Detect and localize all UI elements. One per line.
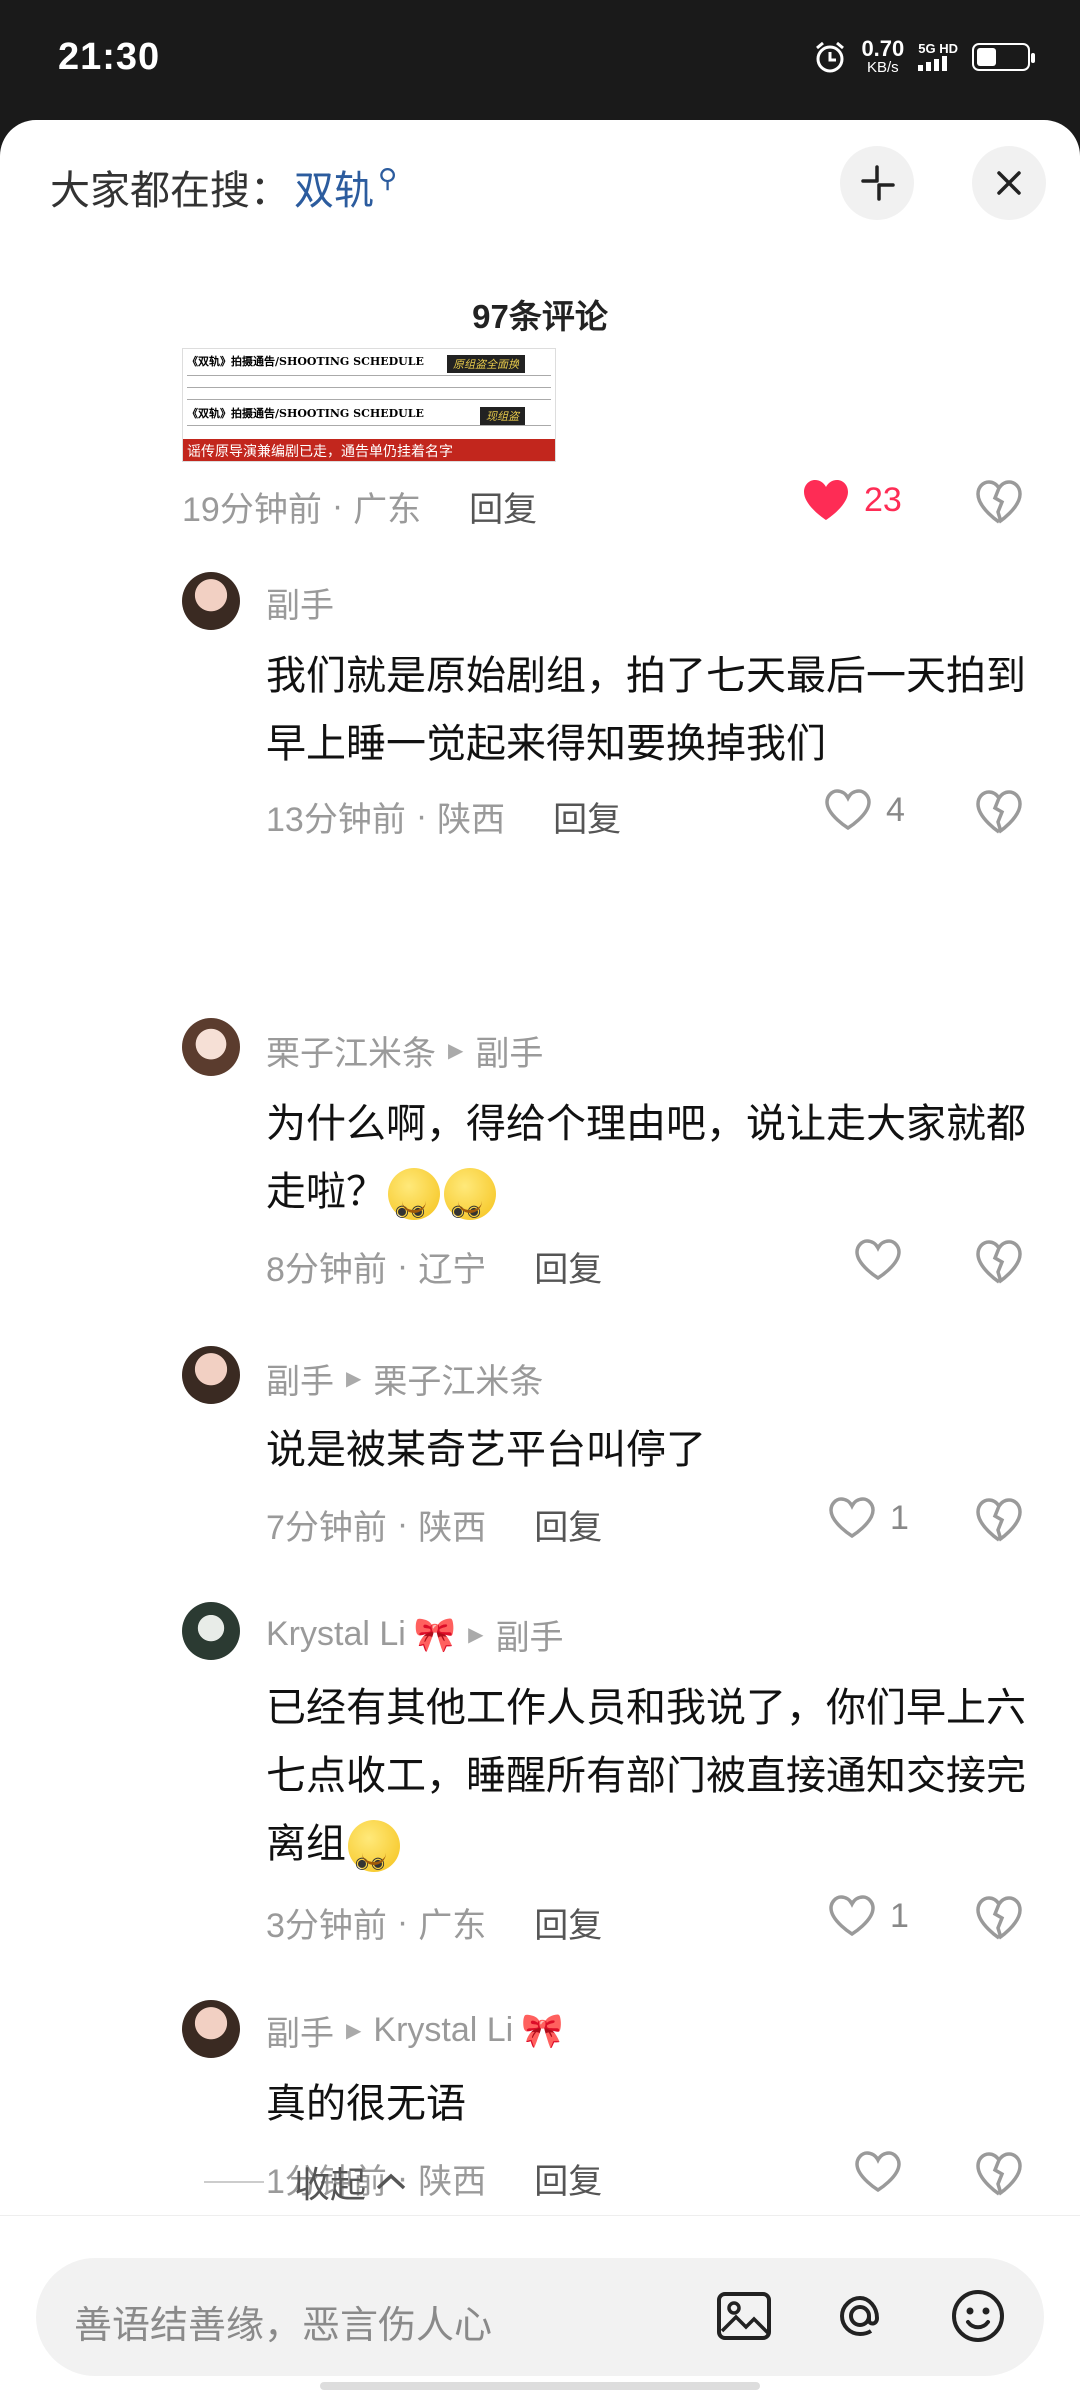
avatar[interactable] bbox=[182, 2000, 240, 2058]
collapse-replies-button[interactable]: 收起 bbox=[204, 2156, 408, 2208]
comment-sheet: 大家都在搜： 双轨 ⚲ 97条评论 《双轨》拍摄通告/SHOOTING SCHE… bbox=[0, 120, 1080, 2400]
reply-meta: 13分钟前 · 陕西 回复 bbox=[266, 792, 621, 841]
trending-search[interactable]: 大家都在搜： 双轨 ⚲ bbox=[50, 158, 397, 216]
like-count: 1 bbox=[890, 1896, 909, 1935]
reply-arrow-icon: ▶ bbox=[448, 1040, 464, 1062]
like-count: 4 bbox=[886, 790, 905, 829]
home-indicator[interactable] bbox=[320, 2382, 760, 2390]
dislike-icon[interactable] bbox=[976, 790, 1022, 834]
avatar[interactable] bbox=[182, 1018, 240, 1076]
like-button[interactable]: 4 bbox=[824, 788, 905, 832]
reply-username[interactable]: 副手 ▶ 栗子江米条 bbox=[266, 1354, 543, 1403]
avatar[interactable] bbox=[182, 572, 240, 630]
reply-text: 为什么啊，得给个理由吧，说让走大家就都走啦？ bbox=[266, 1090, 1036, 1246]
reply-text: 真的很无语 bbox=[266, 2082, 466, 2126]
dislike-icon[interactable] bbox=[976, 480, 1022, 524]
reply-username[interactable]: 栗子江米条 ▶ 副手 bbox=[266, 1026, 543, 1075]
dizzy-emoji-icon bbox=[388, 1168, 440, 1246]
heart-icon bbox=[829, 1497, 875, 1539]
search-keyword[interactable]: 双轨 bbox=[294, 158, 374, 216]
expand-icon bbox=[861, 165, 895, 201]
reply-button[interactable]: 回复 bbox=[469, 482, 537, 531]
reply-text: 我们就是原始剧组，拍了七天最后一天拍到早上睡一觉起来得知要换掉我们 bbox=[266, 654, 1026, 766]
heart-icon bbox=[825, 789, 871, 831]
like-button[interactable]: 23 bbox=[802, 478, 902, 522]
reply-arrow-icon: ▶ bbox=[346, 1368, 362, 1390]
dizzy-emoji-icon bbox=[444, 1168, 496, 1246]
sweat-smile-emoji-icon bbox=[348, 1820, 400, 1898]
close-button[interactable] bbox=[972, 146, 1046, 220]
close-icon bbox=[997, 171, 1021, 195]
dislike-icon[interactable] bbox=[976, 1240, 1022, 1284]
expand-button[interactable] bbox=[840, 146, 914, 220]
heart-filled-icon bbox=[804, 480, 848, 520]
signal-icon: 5G HD bbox=[918, 41, 958, 72]
reply-text: 说是被某奇艺平台叫停了 bbox=[266, 1428, 706, 1472]
comment-meta: 19分钟前 · 广东 回复 bbox=[182, 482, 537, 531]
net-speed: 0.70 KB/s bbox=[861, 36, 905, 76]
comment-count: 97条评论 bbox=[472, 298, 608, 335]
at-icon bbox=[839, 2295, 880, 2337]
reply-arrow-icon: ▶ bbox=[468, 1624, 484, 1646]
mention-button[interactable] bbox=[828, 2284, 892, 2348]
dislike-icon[interactable] bbox=[976, 1498, 1022, 1542]
search-icon: ⚲ bbox=[378, 162, 398, 193]
reply-text: 已经有其他工作人员和我说了，你们早上六七点收工，睡醒所有部门被直接通知交接完离组 bbox=[266, 1674, 1036, 1898]
comment-location: 广东 bbox=[353, 491, 422, 529]
status-icons: 0.70 KB/s 5G HD bbox=[813, 36, 1035, 76]
heart-icon bbox=[829, 1895, 875, 1937]
battery-icon bbox=[972, 42, 1035, 71]
image-icon bbox=[717, 2292, 771, 2340]
dislike-icon[interactable] bbox=[976, 1896, 1022, 1940]
comment-time: 19分钟前 bbox=[182, 491, 322, 529]
reply-username[interactable]: 副手 bbox=[266, 578, 334, 627]
comment-input-bar: 善语结善缘，恶言伤人心 bbox=[0, 2215, 1080, 2400]
comment-image[interactable]: 《双轨》拍摄通告/SHOOTING SCHEDULE 原组盗全面换 《双轨》拍摄… bbox=[182, 348, 556, 462]
reply-username[interactable]: Krystal Li 🎀 ▶ 副手 bbox=[266, 1610, 564, 1659]
avatar[interactable] bbox=[182, 1346, 240, 1404]
reply-username[interactable]: 副手 ▶ Krystal Li 🎀 bbox=[266, 2006, 564, 2055]
like-button[interactable]: 1 bbox=[828, 1894, 909, 1938]
heart-icon bbox=[855, 1239, 901, 1281]
bow-emoji-icon: 🎀 bbox=[413, 1615, 457, 1654]
reply-button[interactable]: 回复 bbox=[534, 1898, 602, 1947]
reply-meta: 8分钟前 · 辽宁 回复 bbox=[266, 1242, 602, 1291]
reply-button[interactable]: 回复 bbox=[534, 1242, 602, 1291]
like-count: 1 bbox=[890, 1498, 909, 1537]
reply-button[interactable]: 回复 bbox=[553, 792, 621, 841]
like-button[interactable] bbox=[854, 1238, 902, 1282]
clock: 21:30 bbox=[58, 36, 161, 78]
reply-arrow-icon: ▶ bbox=[346, 2020, 362, 2042]
like-button[interactable] bbox=[854, 2150, 902, 2194]
avatar[interactable] bbox=[182, 1602, 240, 1660]
bow-emoji-icon: 🎀 bbox=[521, 2011, 564, 2050]
like-button[interactable]: 1 bbox=[828, 1496, 909, 1540]
emoji-button[interactable] bbox=[946, 2284, 1010, 2348]
comment-input[interactable]: 善语结善缘，恶言伤人心 bbox=[36, 2258, 1044, 2376]
chevron-up-icon bbox=[376, 2173, 406, 2190]
like-count: 23 bbox=[864, 480, 902, 519]
image-button[interactable] bbox=[712, 2284, 776, 2348]
emoji-icon bbox=[952, 2290, 1004, 2342]
sheet-header: 大家都在搜： 双轨 ⚲ bbox=[0, 120, 1080, 250]
reply-button[interactable]: 回复 bbox=[534, 2154, 602, 2203]
reply-button[interactable]: 回复 bbox=[534, 1500, 602, 1549]
alarm-icon bbox=[816, 41, 845, 72]
heart-icon bbox=[855, 2151, 901, 2193]
status-bar: 21:30 0.70 KB/s 5G HD bbox=[0, 0, 1080, 120]
reply-meta: 7分钟前 · 陕西 回复 bbox=[266, 1500, 602, 1549]
comment-input-placeholder: 善语结善缘，恶言伤人心 bbox=[74, 2305, 493, 2347]
reply-meta: 3分钟前 · 广东 回复 bbox=[266, 1898, 602, 1947]
dislike-icon[interactable] bbox=[976, 2152, 1022, 2196]
